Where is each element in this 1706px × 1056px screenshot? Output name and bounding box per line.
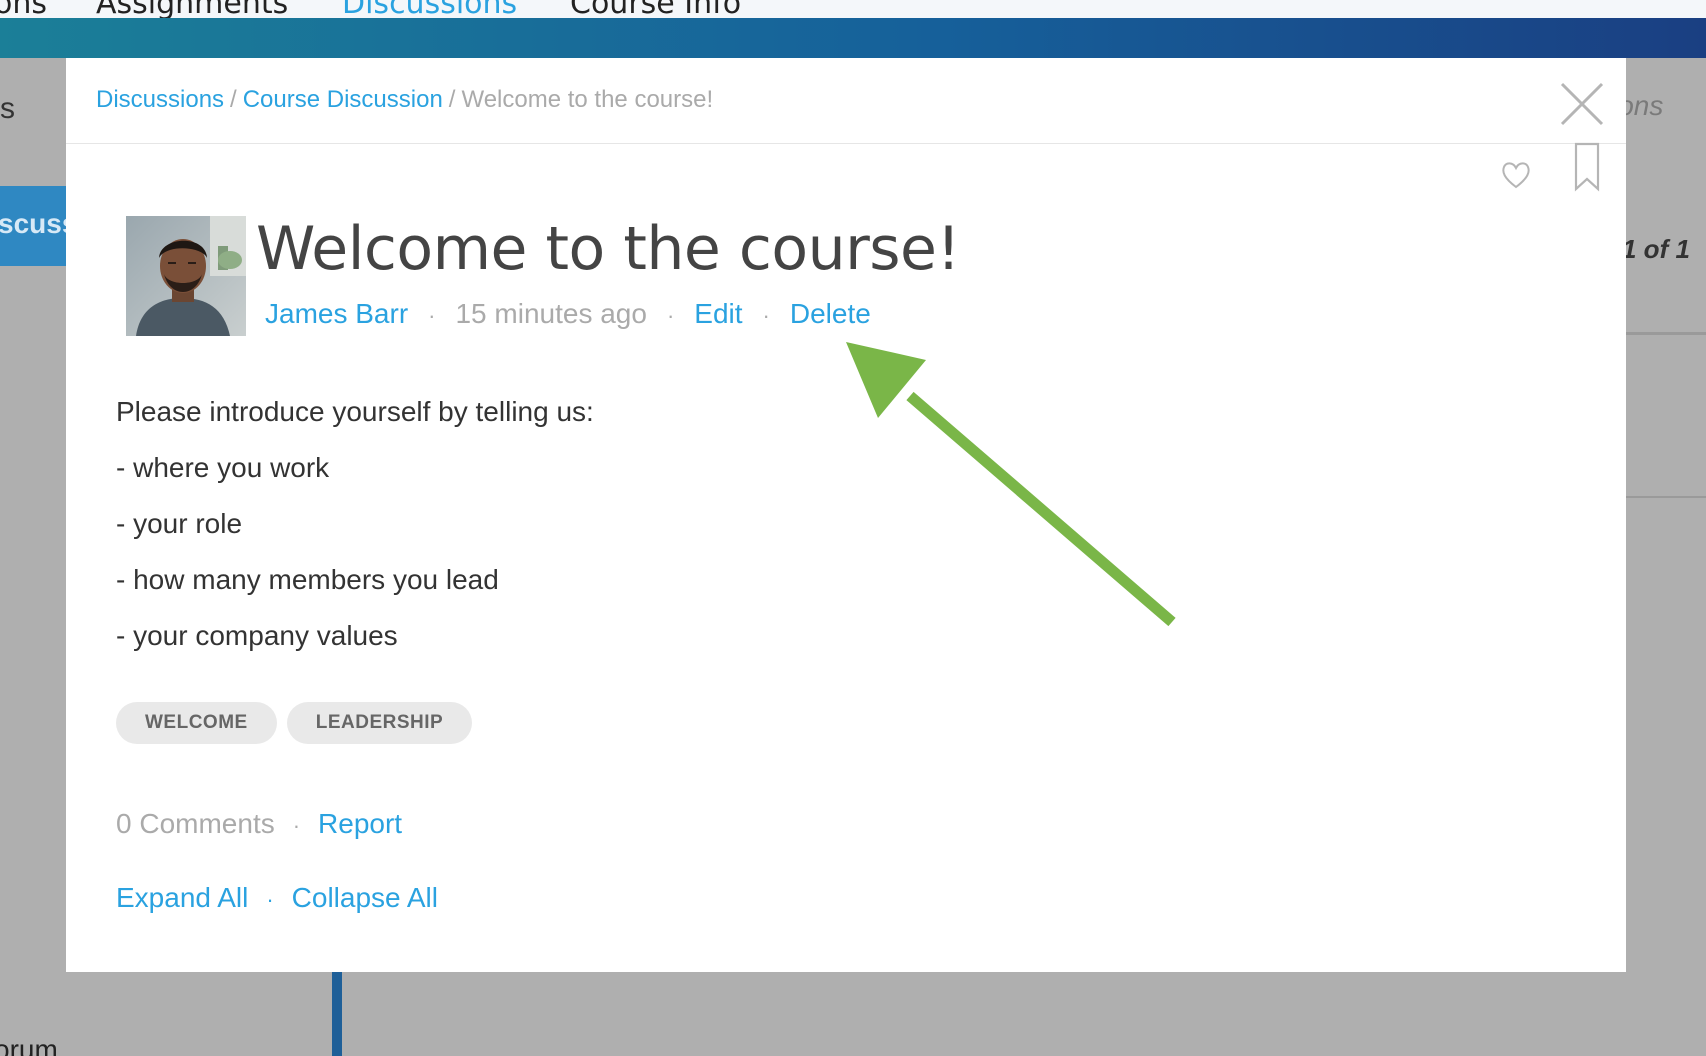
breadcrumb-separator: / bbox=[448, 86, 456, 113]
nav-item-course-info[interactable]: Course Info bbox=[570, 0, 741, 18]
post-body-line: - how many members you lead bbox=[116, 564, 499, 595]
background-left-text: s bbox=[0, 92, 15, 125]
background-discussion-button: scuss bbox=[0, 186, 66, 266]
breadcrumb-current: Welcome to the course! bbox=[461, 86, 714, 113]
delete-link[interactable]: Delete bbox=[790, 298, 871, 330]
post-body: Please introduce yourself by telling us:… bbox=[116, 384, 594, 664]
post-body-line: - your role bbox=[116, 508, 243, 539]
nav-item-discussions[interactable]: Discussions bbox=[342, 0, 517, 18]
post-body-line: Please introduce yourself by telling us: bbox=[116, 396, 594, 427]
nav-item-assignments[interactable]: Assignments bbox=[96, 0, 288, 18]
background-divider-line bbox=[1626, 332, 1706, 335]
footer-separator: · bbox=[266, 887, 274, 912]
breadcrumb-discussions[interactable]: Discussions bbox=[96, 86, 224, 113]
background-divider bbox=[332, 966, 342, 1056]
comments-count: 0 Comments bbox=[116, 808, 275, 839]
top-navigation: ons Assignments Discussions Course Info bbox=[0, 0, 1706, 18]
breadcrumb-course-discussion[interactable]: Course Discussion bbox=[243, 86, 443, 113]
tag-list: WELCOME LEADERSHIP bbox=[116, 702, 473, 744]
author-link[interactable]: James Barr bbox=[265, 298, 408, 330]
post-title: Welcome to the course! bbox=[256, 214, 961, 284]
background-pagination: 1 of 1 bbox=[1622, 234, 1690, 264]
expand-all-link[interactable]: Expand All bbox=[116, 882, 248, 914]
heart-icon[interactable] bbox=[1500, 160, 1532, 190]
background-divider-line bbox=[1626, 496, 1706, 498]
modal-header: Discussions / Course Discussion / Welcome to… bbox=[66, 58, 1626, 144]
bookmark-icon[interactable] bbox=[1574, 142, 1600, 192]
post-body-line: - where you work bbox=[116, 452, 330, 483]
breadcrumb: Discussions / Course Discussion / Welcome to… bbox=[96, 86, 713, 114]
expand-collapse-row: Expand All · Collapse All bbox=[116, 882, 438, 914]
meta-separator: · bbox=[428, 303, 436, 328]
post-meta: James Barr · 15 minutes ago · Edit · Del… bbox=[265, 298, 871, 330]
post-body-line: - your company values bbox=[116, 620, 398, 651]
collapse-all-link[interactable]: Collapse All bbox=[292, 882, 438, 914]
tag-leadership[interactable]: LEADERSHIP bbox=[286, 702, 473, 744]
avatar bbox=[126, 216, 246, 336]
meta-separator: · bbox=[666, 303, 675, 328]
comments-row: 0 Comments · Report bbox=[116, 808, 402, 840]
report-link[interactable]: Report bbox=[318, 808, 402, 840]
meta-separator: · bbox=[762, 303, 770, 328]
header-banner bbox=[0, 18, 1706, 58]
background-forum-text: orum bbox=[0, 1034, 58, 1056]
close-icon[interactable] bbox=[1558, 80, 1606, 128]
nav-item-fragment[interactable]: ons bbox=[0, 0, 47, 18]
post-time: 15 minutes ago bbox=[455, 298, 647, 329]
edit-link[interactable]: Edit bbox=[694, 298, 742, 330]
tag-welcome[interactable]: WELCOME bbox=[116, 702, 277, 744]
footer-separator: · bbox=[292, 813, 301, 838]
discussion-modal: Discussions / Course Discussion / Welcome to… bbox=[66, 58, 1626, 972]
background-discussion-label: scuss bbox=[0, 208, 66, 239]
breadcrumb-separator: / bbox=[230, 86, 237, 113]
